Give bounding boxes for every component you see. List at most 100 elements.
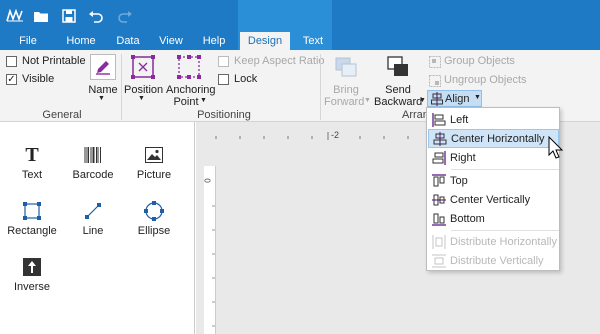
menu-item-align-right[interactable]: Right bbox=[428, 148, 559, 167]
lock-checkbox[interactable] bbox=[218, 74, 229, 85]
palette-item-barcode[interactable]: Barcode bbox=[65, 144, 121, 181]
menu-item-label: Distribute Vertically bbox=[450, 254, 544, 267]
palette-item-rectangle[interactable]: Rectangle bbox=[4, 200, 60, 237]
ribbon-tabs: File Home Data View Help Design Text bbox=[0, 0, 600, 50]
distribute-vertical-icon bbox=[428, 254, 450, 268]
palette-item-line[interactable]: Line bbox=[65, 200, 121, 237]
send-backward-label-line1: Send bbox=[385, 84, 411, 96]
send-backward-dropdown-icon: ▼ bbox=[419, 97, 426, 104]
palette-item-label: Inverse bbox=[13, 281, 51, 293]
align-dropdown-menu: Left Center Horizontally Right Top Cente… bbox=[426, 107, 560, 271]
palette-item-label: Picture bbox=[136, 169, 172, 181]
vertical-ruler: 0 bbox=[204, 166, 216, 334]
inverse-icon bbox=[4, 256, 60, 278]
align-dropdown-icon: ▼ bbox=[474, 94, 481, 101]
tab-help[interactable]: Help bbox=[196, 32, 232, 50]
menu-item-label: Left bbox=[450, 113, 469, 126]
picture-icon bbox=[126, 144, 182, 166]
app-logo-icon bbox=[6, 8, 24, 24]
folder-icon[interactable] bbox=[32, 8, 50, 24]
align-center-horizontal-icon bbox=[429, 131, 451, 146]
menu-item-align-bottom[interactable]: Bottom bbox=[428, 209, 559, 228]
group-label-positioning: Positioning bbox=[197, 109, 251, 121]
menu-item-center-vertically[interactable]: Center Vertically bbox=[428, 190, 559, 209]
align-label: Align bbox=[445, 93, 470, 105]
lock-label: Lock bbox=[234, 73, 258, 85]
menu-item-label: Distribute Horizontally bbox=[450, 235, 557, 248]
palette-item-label: Barcode bbox=[72, 169, 114, 181]
tab-file[interactable]: File bbox=[10, 32, 46, 50]
text-icon: T bbox=[25, 143, 39, 166]
bring-forward-label-line1: Bring bbox=[333, 84, 359, 96]
align-button[interactable]: Align ▼ bbox=[427, 90, 482, 107]
align-center-vertical-icon bbox=[428, 193, 450, 207]
ruler-corner bbox=[204, 148, 216, 166]
ellipse-icon bbox=[126, 200, 182, 222]
mouse-cursor-icon bbox=[548, 135, 564, 163]
ungroup-objects-button[interactable]: Ungroup Objects bbox=[444, 74, 527, 86]
anchoring-dropdown-icon: ▼ bbox=[200, 97, 207, 104]
position-dropdown-icon: ▼ bbox=[138, 95, 145, 102]
menu-item-distribute-vertically[interactable]: Distribute Vertically bbox=[428, 251, 559, 270]
send-backward-label-line2: Backward bbox=[374, 96, 423, 108]
tab-view[interactable]: View bbox=[153, 32, 189, 50]
keep-aspect-ratio-label: Keep Aspect Ratio bbox=[234, 55, 325, 67]
bring-forward-label-line2: Forward bbox=[324, 96, 365, 108]
menu-divider bbox=[451, 169, 559, 170]
menu-item-distribute-horizontally[interactable]: Distribute Horizontally bbox=[428, 232, 559, 251]
palette-item-label: Rectangle bbox=[7, 225, 57, 237]
visible-checkbox[interactable]: ✓ bbox=[6, 74, 17, 85]
menu-item-align-top[interactable]: Top bbox=[428, 171, 559, 190]
group-objects-button[interactable]: Group Objects bbox=[444, 55, 515, 67]
name-dropdown-icon: ▼ bbox=[98, 95, 105, 102]
menu-item-center-horizontally[interactable]: Center Horizontally bbox=[428, 129, 559, 148]
palette-item-ellipse[interactable]: Ellipse bbox=[126, 200, 182, 237]
tab-text[interactable]: Text bbox=[295, 32, 331, 50]
visible-label: Visible bbox=[22, 73, 55, 85]
align-right-icon bbox=[428, 150, 450, 165]
bring-forward-icon[interactable] bbox=[334, 56, 358, 81]
divider bbox=[320, 54, 321, 120]
pencil-icon bbox=[94, 58, 112, 79]
rectangle-icon bbox=[4, 200, 60, 222]
menu-item-align-left[interactable]: Left bbox=[428, 110, 559, 129]
align-bottom-icon bbox=[428, 212, 450, 226]
barcode-icon bbox=[65, 144, 121, 166]
group-label-general: General bbox=[42, 109, 82, 121]
group-objects-icon bbox=[429, 56, 441, 71]
name-button[interactable] bbox=[90, 54, 116, 80]
keep-aspect-ratio-checkbox[interactable] bbox=[218, 56, 229, 67]
palette-item-label: Ellipse bbox=[137, 225, 171, 237]
menu-item-label: Center Horizontally bbox=[451, 132, 545, 145]
undo-icon[interactable] bbox=[87, 8, 105, 24]
not-printable-label: Not Printable bbox=[22, 55, 86, 67]
menu-item-label: Top bbox=[450, 174, 468, 187]
anchoring-point-icon[interactable] bbox=[176, 54, 202, 83]
toolbox-palette: T Text Barcode Picture Rectangle Line El… bbox=[0, 122, 195, 334]
palette-item-text[interactable]: T Text bbox=[4, 143, 60, 182]
align-top-icon bbox=[428, 173, 450, 188]
ruler-mark-top: -2 bbox=[331, 130, 340, 140]
distribute-horizontal-icon bbox=[428, 234, 450, 249]
redo-icon[interactable] bbox=[116, 8, 134, 24]
tab-home[interactable]: Home bbox=[59, 32, 103, 50]
menu-item-label: Right bbox=[450, 151, 476, 164]
align-left-icon bbox=[428, 112, 450, 127]
bring-forward-dropdown-icon: ▼ bbox=[364, 97, 371, 104]
save-icon[interactable] bbox=[60, 8, 78, 24]
menu-divider bbox=[451, 230, 559, 231]
tab-data[interactable]: Data bbox=[110, 32, 146, 50]
divider bbox=[121, 54, 122, 120]
tab-design[interactable]: Design bbox=[240, 32, 290, 50]
line-icon bbox=[65, 200, 121, 222]
anchoring-label-line1: Anchoring bbox=[166, 84, 216, 96]
menu-item-label: Center Vertically bbox=[450, 193, 531, 206]
palette-item-label: Line bbox=[82, 225, 104, 237]
not-printable-checkbox[interactable] bbox=[6, 56, 17, 67]
palette-item-picture[interactable]: Picture bbox=[126, 144, 182, 181]
menu-item-label: Bottom bbox=[450, 212, 485, 225]
position-icon[interactable] bbox=[130, 54, 156, 83]
send-backward-icon[interactable] bbox=[386, 55, 410, 82]
ungroup-objects-icon bbox=[429, 75, 441, 90]
palette-item-inverse[interactable]: Inverse bbox=[4, 256, 60, 293]
